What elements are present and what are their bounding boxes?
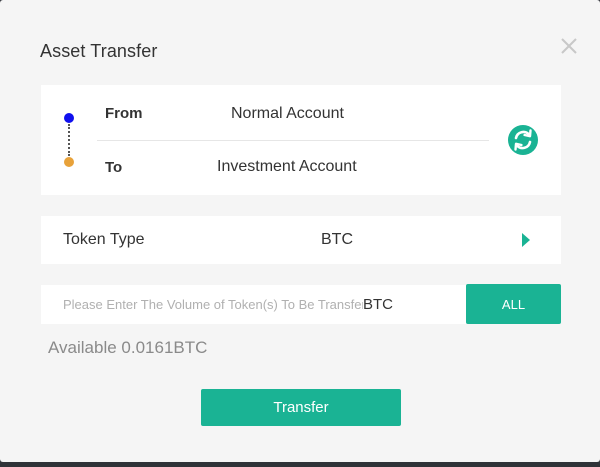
swap-icon[interactable] <box>507 124 539 156</box>
dialog-title: Asset Transfer <box>40 41 158 61</box>
backdrop-strip <box>0 462 600 467</box>
close-icon[interactable] <box>556 33 582 59</box>
connector-line <box>68 124 70 156</box>
divider <box>97 140 489 141</box>
token-type-selector[interactable]: Token Type BTC <box>41 216 561 264</box>
token-type-value: BTC <box>321 231 353 248</box>
to-account-value[interactable]: Investment Account <box>217 158 357 176</box>
available-balance: Available 0.0161BTC <box>48 338 208 357</box>
asset-transfer-dialog: Asset Transfer From Normal Account To In… <box>0 0 600 462</box>
amount-field: BTC <box>41 285 466 324</box>
account-transfer-card: From Normal Account To Investment Accoun… <box>41 85 561 195</box>
transfer-button[interactable]: Transfer <box>201 389 401 426</box>
from-account-value[interactable]: Normal Account <box>231 105 344 123</box>
amount-input[interactable] <box>63 285 363 324</box>
from-label: From <box>105 105 143 122</box>
amount-unit: BTC <box>363 296 393 313</box>
to-label: To <box>105 159 123 176</box>
from-dot-icon <box>64 113 74 123</box>
to-dot-icon <box>64 157 74 167</box>
token-type-label: Token Type <box>63 231 145 248</box>
all-button[interactable]: ALL <box>466 284 561 324</box>
caret-right-icon <box>522 233 530 247</box>
